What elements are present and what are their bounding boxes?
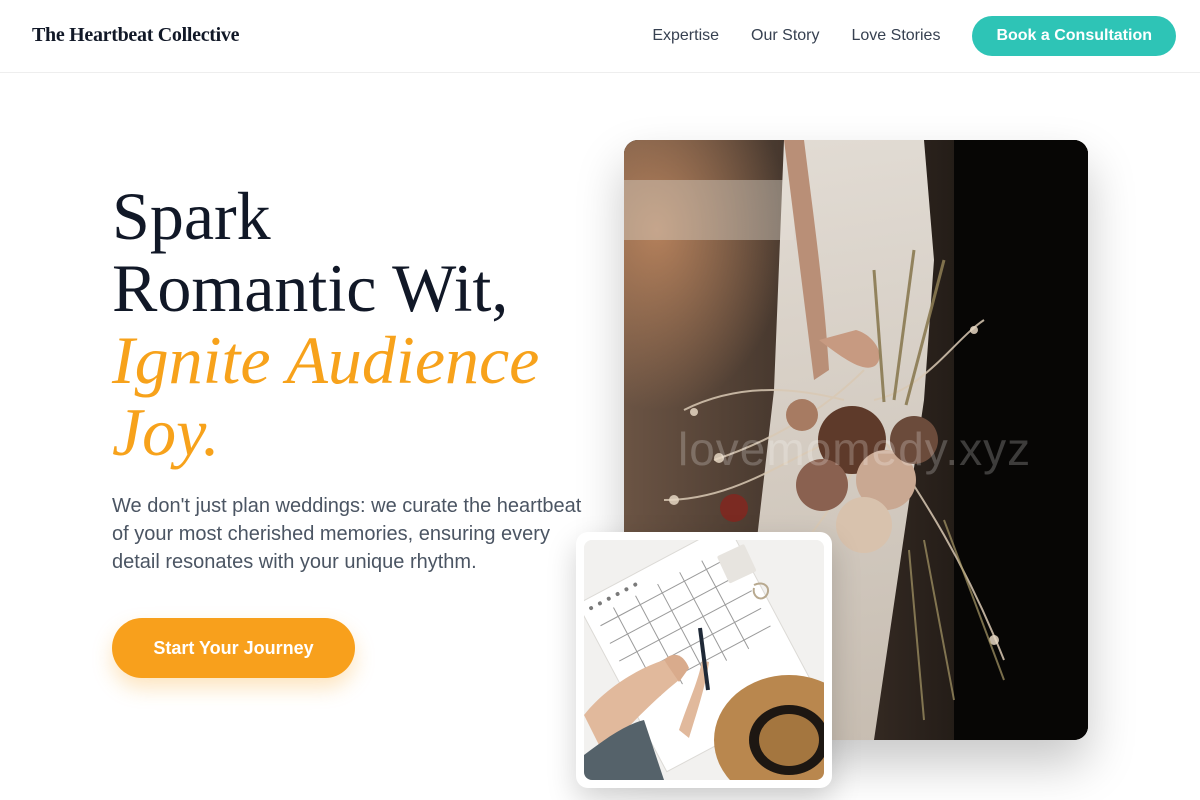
nav-link-expertise[interactable]: Expertise xyxy=(652,27,719,45)
notebook-illustration xyxy=(584,540,824,780)
book-consultation-button[interactable]: Book a Consultation xyxy=(972,16,1176,56)
hero-content: Spark Romantic Wit, Ignite Audience Joy.… xyxy=(112,180,582,678)
headline-accent-line-2: Joy. xyxy=(112,394,220,470)
headline-line-1: Spark xyxy=(112,178,271,254)
headline-line-2: Romantic Wit, xyxy=(112,250,509,326)
image-watermark: lovemomedy.xyz xyxy=(678,423,1032,475)
nav-links: Expertise Our Story Love Stories Book a … xyxy=(652,0,1176,72)
nav-link-love-stories[interactable]: Love Stories xyxy=(852,27,941,45)
brand-logo[interactable]: The Heartbeat Collective xyxy=(32,24,239,47)
top-navigation: The Heartbeat Collective Expertise Our S… xyxy=(0,0,1200,73)
start-journey-button[interactable]: Start Your Journey xyxy=(112,618,355,678)
planner-notebook-photo xyxy=(576,532,832,788)
planner-notebook-image xyxy=(584,540,824,780)
hero-headline: Spark Romantic Wit, Ignite Audience Joy. xyxy=(112,180,582,468)
headline-accent-line-1: Ignite Audience xyxy=(112,322,540,398)
nav-link-our-story[interactable]: Our Story xyxy=(751,27,819,45)
hero-description: We don't just plan weddings: we curate t… xyxy=(112,495,582,573)
